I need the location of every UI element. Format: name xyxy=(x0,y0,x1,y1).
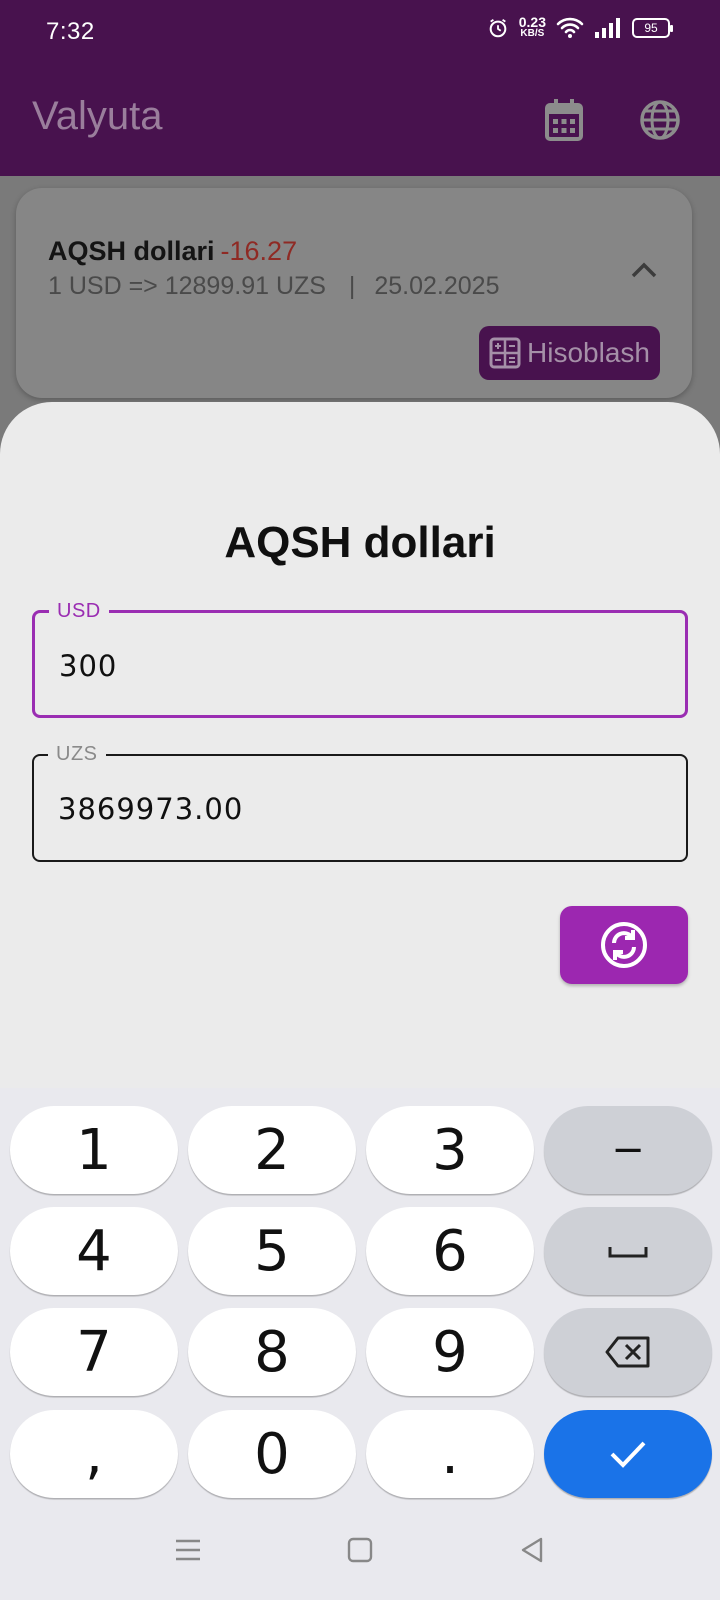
theme-toggle-button[interactable] xyxy=(452,96,500,144)
calendar-icon xyxy=(545,99,583,141)
key-6[interactable]: 6 xyxy=(366,1207,534,1295)
globe-icon xyxy=(640,100,680,140)
key-7[interactable]: 7 xyxy=(10,1308,178,1396)
status-bar: 7:32 0.23 KB/S 95 xyxy=(0,0,720,64)
currency-card[interactable]: AQSH dollari -16.27 1 USD => 12899.91 UZS… xyxy=(16,188,692,398)
rate-date: 25.02.2025 xyxy=(374,272,500,300)
back-triangle-icon xyxy=(521,1537,543,1563)
status-time: 7:32 xyxy=(46,18,95,45)
key-minus[interactable]: − xyxy=(544,1106,712,1194)
system-nav-bar xyxy=(0,1504,720,1600)
key-5[interactable]: 5 xyxy=(188,1207,356,1295)
key-comma[interactable]: , xyxy=(10,1410,178,1498)
space-icon xyxy=(608,1247,648,1258)
battery-icon: 95 xyxy=(632,18,673,38)
checkmark-icon xyxy=(610,1441,646,1468)
back-button[interactable] xyxy=(512,1530,552,1570)
usd-field-label: USD xyxy=(49,600,109,623)
key-1[interactable]: 1 xyxy=(10,1106,178,1194)
swap-icon xyxy=(601,922,647,968)
backspace-icon xyxy=(605,1336,650,1368)
key-space[interactable] xyxy=(544,1207,712,1295)
recent-apps-button[interactable] xyxy=(168,1530,208,1570)
calendar-button[interactable] xyxy=(540,96,588,144)
swap-currencies-button[interactable] xyxy=(560,906,688,984)
status-icons: 0.23 KB/S 95 xyxy=(487,14,673,40)
app-bar: Valyuta xyxy=(0,64,720,176)
network-speed: 0.23 KB/S xyxy=(518,14,546,39)
square-icon xyxy=(347,1537,373,1563)
key-4[interactable]: 4 xyxy=(10,1207,178,1295)
signal-icon xyxy=(595,18,620,38)
key-done[interactable] xyxy=(544,1410,712,1498)
menu-icon xyxy=(176,1539,200,1561)
currency-name: AQSH dollari xyxy=(48,236,215,266)
currency-card-title: AQSH dollari -16.27 xyxy=(48,236,297,267)
key-3[interactable]: 3 xyxy=(366,1106,534,1194)
home-button[interactable] xyxy=(340,1530,380,1570)
rate-text: 1 USD => 12899.91 UZS xyxy=(48,272,326,300)
uzs-field-value[interactable]: 3869973.00 xyxy=(58,792,243,826)
key-2[interactable]: 2 xyxy=(188,1106,356,1194)
app-title: Valyuta xyxy=(32,94,163,138)
wifi-icon xyxy=(556,17,584,38)
key-backspace[interactable] xyxy=(544,1308,712,1396)
sheet-title: AQSH dollari xyxy=(224,518,496,567)
currency-rate-line: 1 USD => 12899.91 UZS | 25.02.2025 xyxy=(48,272,499,301)
usd-amount-field[interactable]: USD 300 xyxy=(32,600,688,718)
key-period[interactable]: . xyxy=(366,1410,534,1498)
rate-change: -16.27 xyxy=(220,236,298,266)
calculate-button-label: Hisoblash xyxy=(527,337,650,368)
moon-icon xyxy=(458,101,477,139)
alarm-icon xyxy=(489,18,507,38)
uzs-field-label: UZS xyxy=(48,743,106,766)
calculate-button[interactable]: Hisoblash xyxy=(479,326,660,380)
key-9[interactable]: 9 xyxy=(366,1308,534,1396)
calculator-icon xyxy=(489,337,521,369)
key-8[interactable]: 8 xyxy=(188,1308,356,1396)
language-button[interactable] xyxy=(636,96,684,144)
key-0[interactable]: 0 xyxy=(188,1410,356,1498)
rate-separator: | xyxy=(348,272,356,300)
uzs-amount-field[interactable]: UZS 3869973.00 xyxy=(32,743,688,862)
collapse-button[interactable] xyxy=(626,252,662,288)
chevron-up-icon xyxy=(631,262,657,278)
usd-field-value[interactable]: 300 xyxy=(59,649,117,683)
converter-sheet: AQSH dollari USD 300 UZS 3869973.00 xyxy=(0,402,720,1102)
